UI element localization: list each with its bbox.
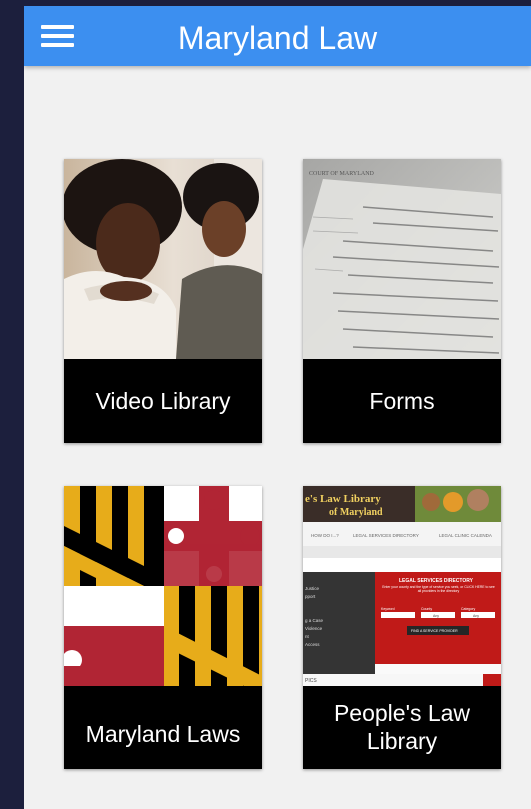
- field-label: Category: [461, 607, 475, 611]
- nav-item: LEGAL SERVICES DIRECTORY: [353, 533, 419, 538]
- field-label: County: [421, 607, 432, 611]
- left-item: pport: [305, 594, 316, 599]
- panel-title: LEGAL SERVICES DIRECTORY: [399, 578, 474, 584]
- field-value: Any: [433, 614, 439, 618]
- tile-forms[interactable]: COURT OF MARYLAND Forms: [303, 159, 501, 443]
- tile-video-library[interactable]: Video Library: [64, 159, 262, 443]
- left-item: g a Case: [305, 618, 324, 623]
- field-label: Keyword: [381, 607, 395, 611]
- app-screen: Maryland Law Video Library COURT OF MARY…: [24, 6, 531, 809]
- find-button-text: FIND A SERVICE PROVIDER: [411, 629, 458, 633]
- banner-line2: of Maryland: [329, 507, 383, 518]
- tile-label-line2: Library: [366, 727, 438, 754]
- tile-maryland-laws[interactable]: Maryland Laws: [64, 486, 262, 769]
- tile-label: Maryland Laws: [85, 720, 241, 747]
- legal-form-photo: COURT OF MARYLAND: [303, 159, 501, 359]
- field-value: Any: [473, 614, 479, 618]
- app-title: Maryland Law: [177, 20, 378, 56]
- nav-item: HOW DO I...?: [311, 533, 339, 538]
- nav-item: LEGAL CLINIC CALENDA: [439, 533, 492, 538]
- tile-label: Forms: [369, 388, 435, 414]
- maryland-flag: [64, 486, 262, 686]
- tile-label: People's Law Library: [303, 684, 501, 769]
- tile-label-line1: People's Law: [333, 699, 471, 726]
- left-item: Violence: [305, 626, 323, 631]
- left-item: Justice: [305, 586, 320, 591]
- form-header-text: COURT OF MARYLAND: [309, 171, 375, 177]
- tile-label: Video Library: [95, 388, 231, 414]
- panel-text: Enter your county and the type of servic…: [382, 585, 495, 593]
- left-item: Access: [305, 642, 320, 647]
- banner-line1: e's Law Library: [305, 493, 381, 505]
- website-screenshot: e's Law Library of Maryland HOW DO I...?…: [303, 486, 501, 686]
- people-photo: [64, 159, 262, 359]
- app-bar: Maryland Law: [24, 6, 531, 66]
- tile-peoples-law-library[interactable]: e's Law Library of Maryland HOW DO I...?…: [303, 486, 501, 769]
